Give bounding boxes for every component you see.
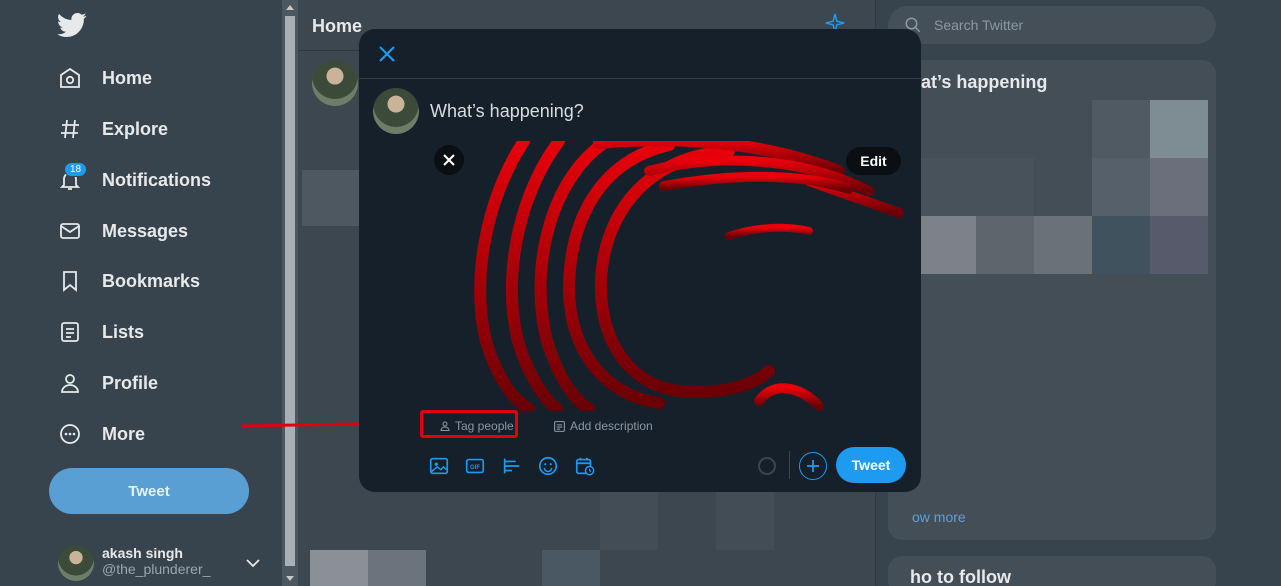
nav-explore[interactable]: Explore [56,109,168,149]
nav-label: Explore [102,118,169,139]
who-to-follow-title: ho to follow [910,567,1011,586]
notification-count-badge: 18 [64,162,88,177]
blurred-tile [1092,216,1150,274]
scrollbar[interactable] [282,0,298,586]
nav-label: Notifications [102,169,212,190]
account-name: akash singh [102,545,183,561]
sidebar-tweet-button[interactable]: Tweet [49,468,249,514]
nav-label: More [102,423,146,444]
divider [789,451,790,479]
search-input[interactable]: Search Twitter [888,6,1216,44]
home-icon [56,64,84,92]
more-icon [56,420,84,448]
blurred-tile [918,158,976,216]
search-placeholder: Search Twitter [934,17,1024,33]
add-thread-button[interactable] [799,452,827,480]
list-icon [56,318,84,346]
person-icon [56,369,84,397]
plus-icon [807,460,819,472]
emoji-icon[interactable] [537,455,559,477]
nav-profile[interactable]: Profile [56,363,158,403]
blurred-tile [1150,216,1208,274]
remove-media-button[interactable] [434,145,464,175]
edit-media-button[interactable]: Edit [846,147,901,175]
tweet-button[interactable]: Tweet [836,447,906,483]
nav-label: Profile [102,372,159,393]
scroll-up-arrow-icon[interactable] [286,5,294,10]
avatar [373,88,419,134]
avatar [312,60,358,106]
scroll-down-arrow-icon[interactable] [286,576,294,581]
blurred-tile [716,492,774,550]
twitter-logo-icon[interactable] [57,10,87,40]
blurred-tile [1092,100,1150,158]
chevron-down-icon[interactable] [244,556,262,570]
scrollbar-thumb[interactable] [285,16,295,566]
add-description-button[interactable]: Add description [553,414,653,438]
blurred-tile [1150,100,1208,158]
envelope-icon [56,217,84,245]
nav-label: Bookmarks [102,270,201,291]
nav-more[interactable]: More [56,414,145,454]
highlight-box [420,410,518,438]
right-column: Search Twitter hat’s happening ow more h… [888,0,1281,586]
sidebar: Home Explore Notifications 18 Messages B… [0,0,282,586]
media-icon[interactable] [428,455,450,477]
poll-icon[interactable] [501,455,523,477]
page-title: Home [312,16,363,36]
close-icon[interactable] [376,43,398,65]
dialog-header [359,29,921,79]
blurred-tile [1092,158,1150,216]
twitter-page: Home Explore Notifications 18 Messages B… [0,0,1281,586]
nav-label: Messages [102,220,189,241]
nav-lists[interactable]: Lists [56,312,144,352]
blurred-tile [310,550,368,586]
blurred-tile [1034,216,1092,274]
nav-bookmarks[interactable]: Bookmarks [56,261,200,301]
close-icon [443,154,455,166]
blurred-tile [918,216,976,274]
tweet-text-input[interactable]: What’s happening? [430,101,584,122]
blurred-tile [976,158,1034,216]
nav-label: Home [102,67,153,88]
trends-title: hat’s happening [910,72,1048,92]
blurred-tile [1150,158,1208,216]
character-count-ring [758,457,776,475]
blurred-tile [976,216,1034,274]
compose-tweet-dialog: What’s happening? Edit Tag people Add de… [359,29,921,492]
show-more-link[interactable]: ow more [912,509,966,525]
blurred-tile [368,550,426,586]
account-handle: @the_plunderer_ [102,561,211,577]
svg-text:GIF: GIF [470,465,480,471]
add-description-label: Add description [570,419,653,433]
blurred-tile [302,170,360,226]
attached-image [429,141,909,411]
nav-home[interactable]: Home [56,58,152,98]
description-icon [554,420,565,432]
blurred-tile [600,492,658,550]
bookmark-icon [56,267,84,295]
gif-icon[interactable]: GIF [464,455,486,477]
avatar [58,545,94,581]
nav-label: Lists [102,321,145,342]
schedule-icon[interactable] [574,455,596,477]
account-switcher[interactable]: akash singh @the_plunderer_ [58,545,210,581]
hashtag-icon [56,115,84,143]
nav-messages[interactable]: Messages [56,211,188,251]
blurred-tile [542,550,600,586]
